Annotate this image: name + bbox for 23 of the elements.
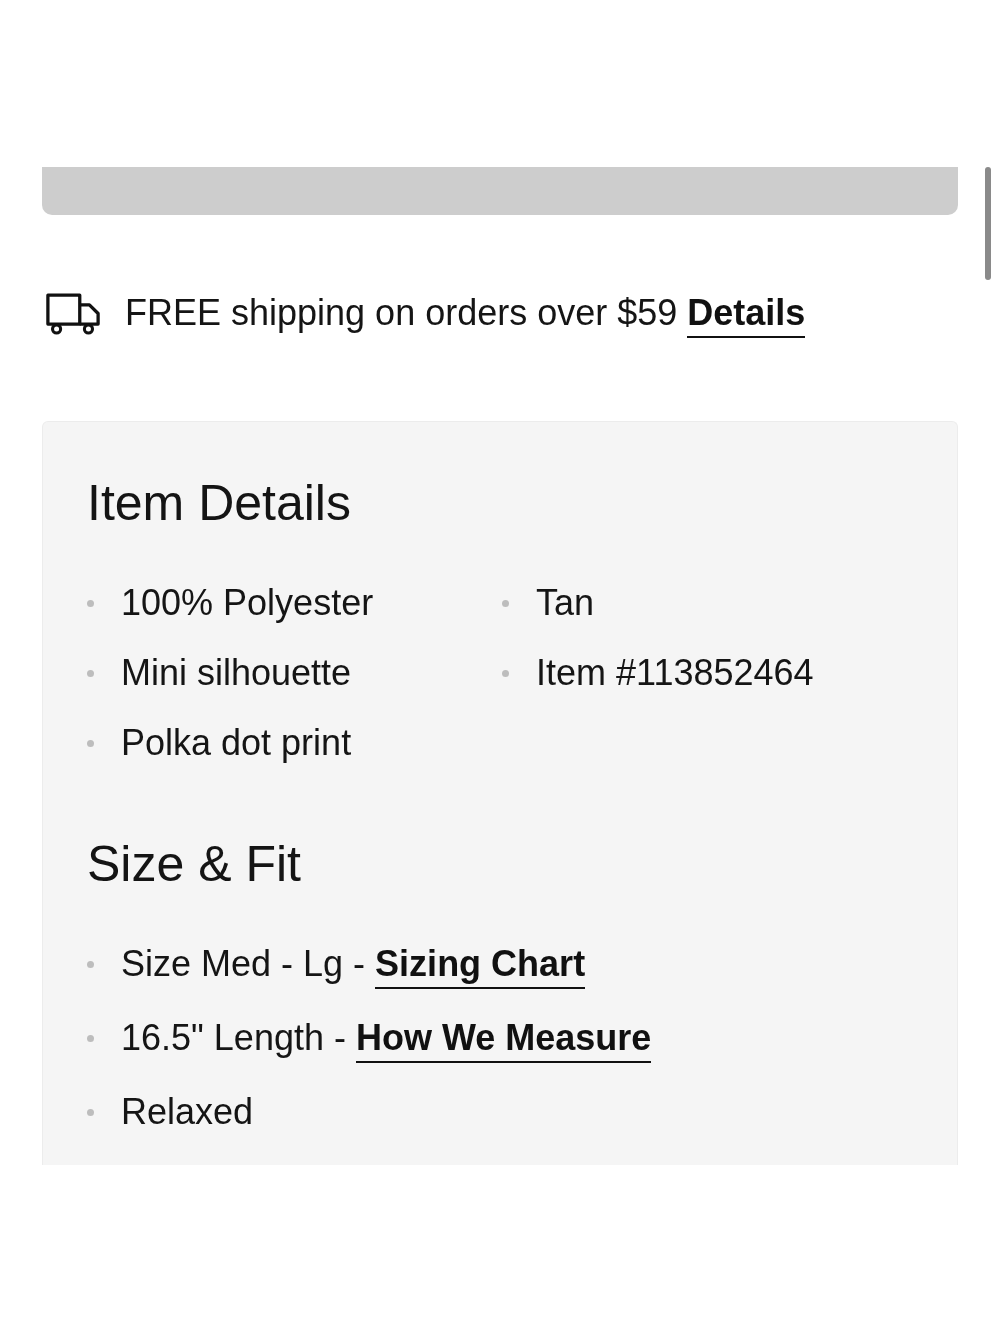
shipping-info-text: FREE shipping on orders over $59 Details [125, 290, 806, 336]
bullet-icon [87, 1108, 94, 1116]
list-item-text: 16.5" Length - How We Measure [121, 1016, 652, 1060]
bullet-icon [87, 739, 94, 747]
inline-link[interactable]: How We Measure [355, 1017, 652, 1063]
bullet-icon [87, 669, 94, 677]
list-item-text: Relaxed [121, 1090, 254, 1134]
inline-link[interactable]: Sizing Chart [375, 943, 586, 989]
list-item-text: Size Med - Lg - Sizing Chart [121, 942, 586, 986]
list-item-text: Item #113852464 [536, 651, 814, 695]
list-item-text: 100% Polyester [121, 581, 374, 625]
list-item-text: Mini silhouette [121, 651, 352, 695]
list-item-text: Polka dot print [121, 721, 352, 765]
details-link[interactable]: Details [687, 292, 806, 338]
bullet-icon [87, 960, 94, 968]
bullet-icon [87, 599, 94, 607]
section-heading: Size & Fit [87, 835, 302, 894]
truck-icon [45, 291, 101, 335]
list-item-text: Tan [536, 581, 595, 625]
bullet-icon [87, 1034, 94, 1042]
bullet-icon [502, 599, 509, 607]
section-heading: Item Details [87, 474, 352, 533]
bullet-icon [502, 669, 509, 677]
